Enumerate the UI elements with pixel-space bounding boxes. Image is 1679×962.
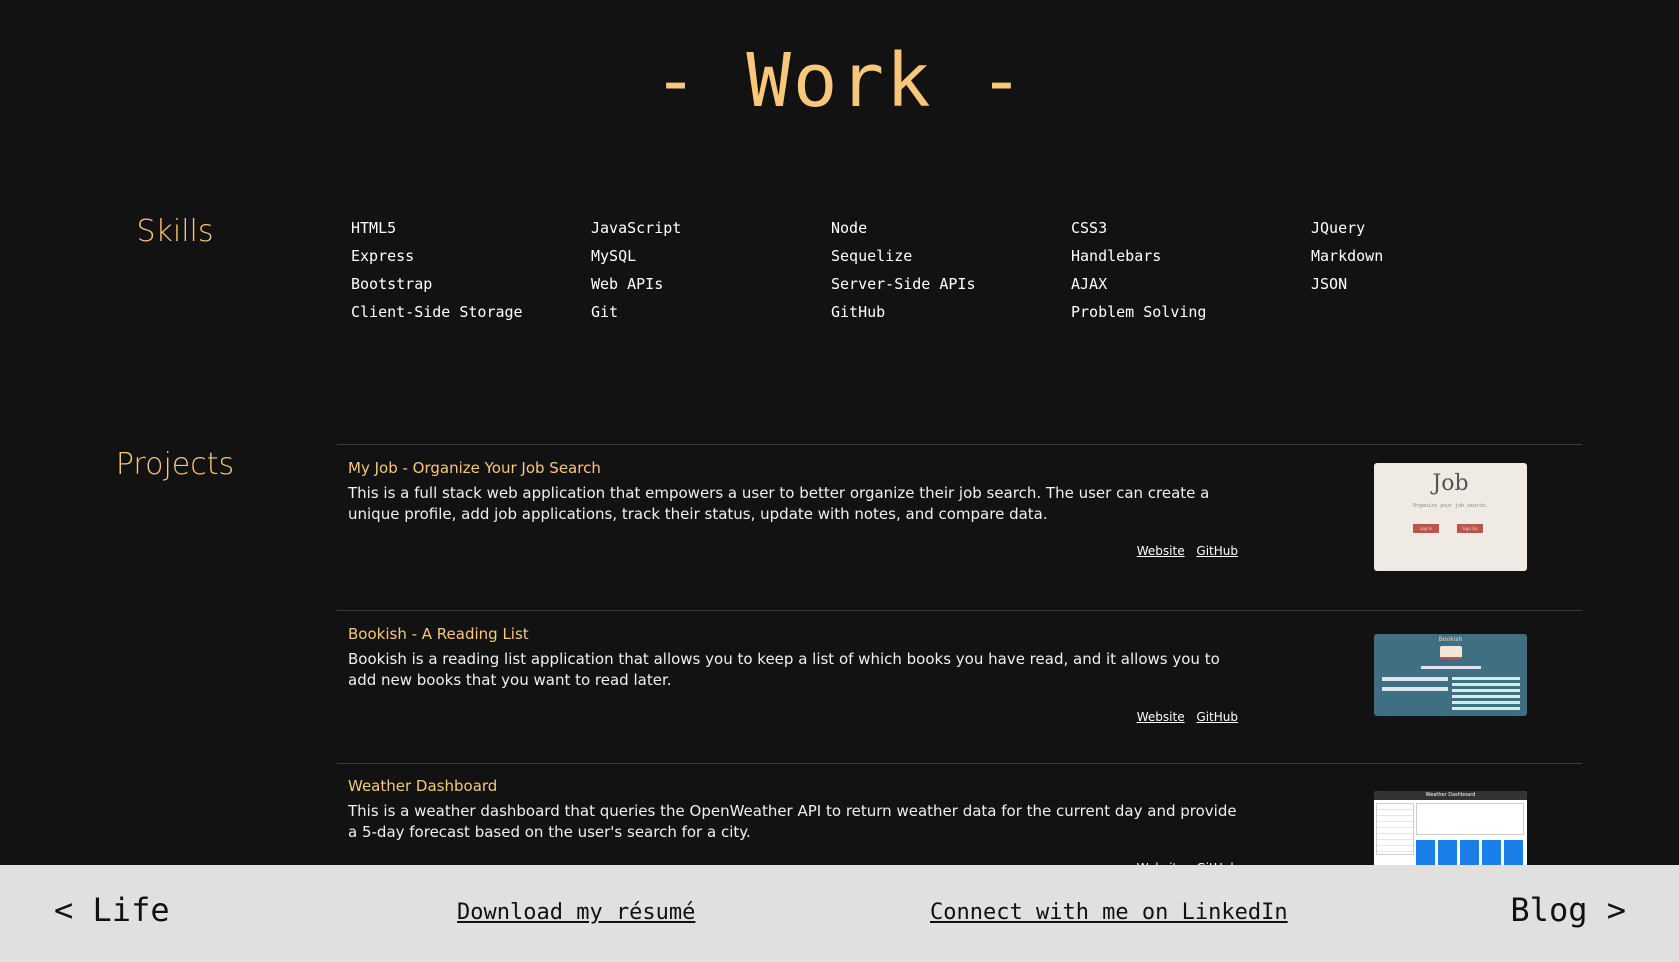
thumbnail-logo: Job xyxy=(1432,471,1469,496)
skill-item: Sequelize xyxy=(831,247,913,265)
projects-heading: Projects xyxy=(115,447,235,482)
skill-item: CSS3 xyxy=(1071,219,1108,237)
project-description: Bookish is a reading list application th… xyxy=(348,650,1220,689)
skill-item: Server-Side APIs xyxy=(831,275,976,293)
skill-item: Git xyxy=(591,303,619,321)
page-title: - Work - xyxy=(653,38,1026,124)
resume-download-link[interactable]: Download my résumé xyxy=(457,900,695,925)
thumbnail-logo: Weather Dashboard xyxy=(1374,791,1527,800)
footer-nav: < Life Download my résumé Connect with m… xyxy=(0,865,1679,962)
skills-list: HTML5 JavaScript Node CSS3 JQuery Expres… xyxy=(351,219,1551,331)
skill-item: AJAX xyxy=(1071,275,1108,293)
project-thumbnail[interactable]: Bookish xyxy=(1374,634,1527,716)
thumbnail-sidebar xyxy=(1376,803,1414,855)
prev-page-link[interactable]: < Life xyxy=(54,891,170,929)
github-link[interactable]: GitHub xyxy=(1196,710,1238,724)
project-description: This is a full stack web application tha… xyxy=(348,484,1210,523)
project-links: Website GitHub xyxy=(1129,544,1238,558)
skill-item: Web APIs xyxy=(591,275,664,293)
project-thumbnail[interactable]: Job Organize your job search. Log In Sig… xyxy=(1374,463,1527,571)
skill-item: GitHub xyxy=(831,303,886,321)
skill-item: Problem Solving xyxy=(1071,303,1207,321)
thumbnail-current-weather xyxy=(1416,803,1524,835)
thumbnail-login-button: Log In xyxy=(1413,524,1439,533)
project-description: This is a weather dashboard that queries… xyxy=(348,802,1237,841)
projects-list: My Job - Organize Your Job Search This i… xyxy=(337,444,1582,924)
thumbnail-tagline: Organize your job search. xyxy=(1412,503,1489,509)
project-card: My Job - Organize Your Job Search This i… xyxy=(337,444,1582,610)
next-page-link[interactable]: Blog > xyxy=(1510,891,1626,929)
project-links: Website GitHub xyxy=(1129,710,1238,724)
thumbnail-search-bar xyxy=(1421,666,1481,669)
book-icon xyxy=(1440,646,1462,659)
skill-item: Handlebars xyxy=(1071,247,1162,265)
thumbnail-read-list xyxy=(1382,677,1448,691)
skills-heading: Skills xyxy=(136,214,214,249)
skill-item: JSON xyxy=(1311,275,1348,293)
skill-item: Bootstrap xyxy=(351,275,433,293)
thumbnail-to-read-list xyxy=(1452,677,1520,711)
skill-item: HTML5 xyxy=(351,219,397,237)
skill-item: JavaScript xyxy=(591,219,682,237)
project-title: Weather Dashboard xyxy=(348,777,498,795)
thumbnail-signup-button: Sign Up xyxy=(1457,524,1483,533)
skill-item: MySQL xyxy=(591,247,637,265)
project-thumbnail[interactable]: Weather Dashboard xyxy=(1374,791,1527,871)
linkedin-link[interactable]: Connect with me on LinkedIn xyxy=(930,900,1288,925)
skill-item: JQuery xyxy=(1311,219,1366,237)
thumbnail-logo: Bookish xyxy=(1438,636,1463,643)
project-title: My Job - Organize Your Job Search xyxy=(348,459,601,477)
skill-item: Markdown xyxy=(1311,247,1384,265)
skill-item: Client-Side Storage xyxy=(351,303,523,321)
skill-item: Node xyxy=(831,219,868,237)
website-link[interactable]: Website xyxy=(1137,544,1185,558)
project-card: Bookish - A Reading List Bookish is a re… xyxy=(337,610,1582,763)
skill-item: Express xyxy=(351,247,415,265)
project-title: Bookish - A Reading List xyxy=(348,625,529,643)
website-link[interactable]: Website xyxy=(1137,710,1185,724)
github-link[interactable]: GitHub xyxy=(1196,544,1238,558)
